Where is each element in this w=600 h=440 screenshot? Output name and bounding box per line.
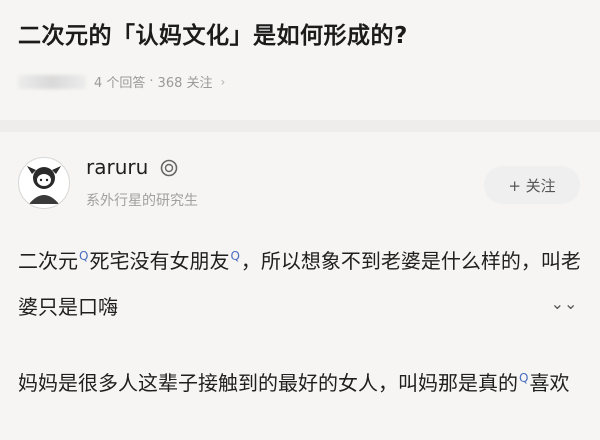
follower-count: 368 关注	[157, 76, 213, 91]
blurred-meta-region	[18, 74, 86, 89]
search-link-text[interactable]: 死宅没有女朋友	[89, 249, 229, 273]
search-icon[interactable]: Q	[230, 250, 239, 262]
author-bio: 系外行星的研究生	[86, 193, 198, 209]
follow-button[interactable]: + 关注	[484, 166, 580, 204]
answer-paragraph: 妈妈是很多人这辈子接触到的最好的女人，叫妈那是真的Q喜欢	[18, 360, 590, 406]
meta-separator: ·	[149, 74, 154, 89]
section-divider	[0, 120, 600, 132]
answer-paragraph: 二次元Q死宅没有女朋友Q，所以想象不到老婆是什么样的，叫老婆只是口嗨	[18, 238, 590, 330]
anime-girl-avatar-icon	[27, 166, 61, 204]
answer-body: 二次元Q死宅没有女朋友Q，所以想象不到老婆是什么样的，叫老婆只是口嗨 妈妈是很多…	[18, 238, 590, 406]
question-meta[interactable]: 4 个回答 · 368 关注 ›	[18, 72, 225, 91]
question-title[interactable]: 二次元的「认妈文化」是如何形成的?	[18, 16, 588, 50]
avatar[interactable]	[18, 157, 70, 209]
answer-text: 妈妈是很多人这辈子接触到的最好的女人，叫妈那是真的	[18, 371, 518, 395]
answer-text: 喜欢	[529, 371, 570, 395]
search-link-text[interactable]: 二次元	[18, 249, 78, 273]
answer-count: 4 个回答	[94, 76, 146, 91]
search-icon[interactable]: Q	[519, 372, 528, 384]
verified-badge-icon	[160, 159, 178, 177]
author-name[interactable]: raruru	[86, 155, 148, 179]
chevron-right-icon: ›	[220, 74, 226, 89]
double-chevron-down-icon[interactable]: ⌄⌄	[551, 292, 578, 314]
search-icon[interactable]: Q	[79, 250, 88, 262]
